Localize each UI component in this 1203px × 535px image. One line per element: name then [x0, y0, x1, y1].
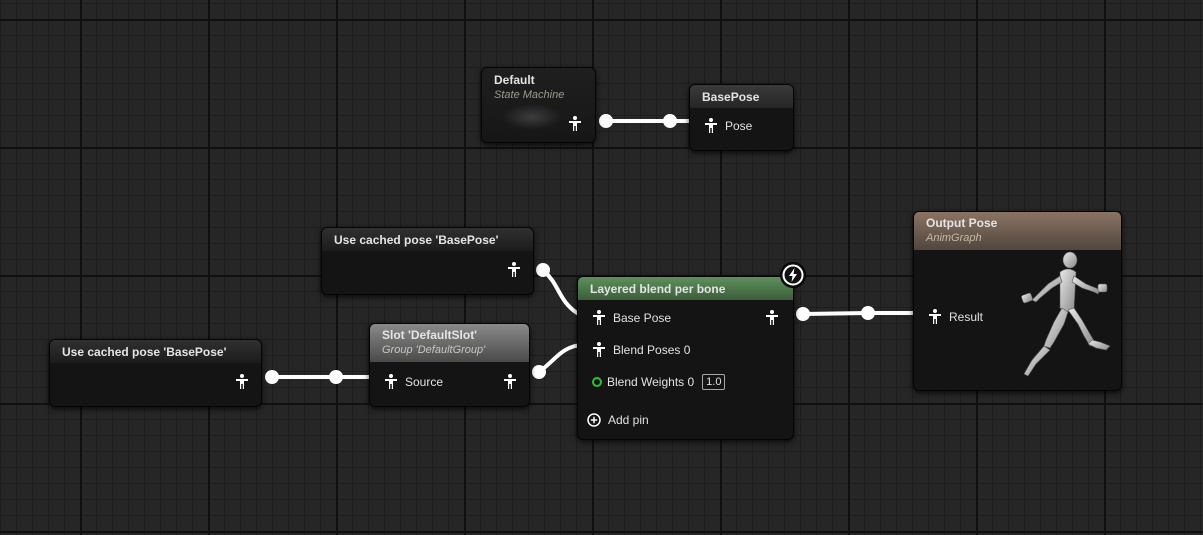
node-title: Output Pose: [926, 216, 998, 230]
node-title: Layered blend per bone: [590, 282, 726, 296]
node-subtitle: Group 'DefaultGroup': [382, 344, 486, 356]
save-cached-pose-node[interactable]: BasePose Pose: [689, 84, 794, 151]
pin-label: Blend Weights 0: [607, 375, 695, 389]
blend-weights-input-pin[interactable]: Blend Weights 0 1.0: [592, 374, 726, 390]
wire-knot[interactable]: [329, 370, 343, 384]
pose-figure-icon: [569, 116, 581, 131]
use-cached-pose-node-top[interactable]: Use cached pose 'BasePose': [321, 227, 534, 295]
state-machine-node[interactable]: Default State Machine: [481, 67, 596, 143]
output-pose-pin[interactable]: [503, 374, 517, 389]
wire-knot[interactable]: [532, 365, 546, 379]
output-pose-pin[interactable]: [507, 262, 521, 277]
pose-figure-icon: [385, 374, 397, 389]
layered-blend-per-bone-node[interactable]: Layered blend per bone Base Pose Blend P…: [577, 276, 794, 440]
source-input-pin[interactable]: Source: [384, 374, 443, 389]
pin-label: Result: [949, 309, 984, 324]
use-cached-pose-node-left[interactable]: Use cached pose 'BasePose': [49, 339, 262, 407]
wire-blend-to-output[interactable]: [802, 311, 925, 316]
pose-figure-icon: [236, 374, 248, 389]
pin-label: Base Pose: [613, 310, 672, 325]
node-subtitle: State Machine: [494, 89, 565, 101]
output-pose-pin[interactable]: [765, 310, 779, 325]
output-pose-pin[interactable]: [235, 374, 249, 389]
node-subtitle: AnimGraph: [926, 232, 982, 244]
pin-label: Source: [405, 374, 444, 389]
add-pin-label: Add pin: [608, 413, 649, 427]
pose-figure-icon: [929, 309, 941, 324]
pose-figure-icon: [504, 374, 516, 389]
node-title: Slot 'DefaultSlot': [382, 328, 478, 342]
pose-figure-icon: [766, 310, 778, 325]
node-title: Use cached pose 'BasePose': [334, 233, 499, 247]
blend-poses-input-pin[interactable]: Blend Poses 0: [592, 342, 690, 357]
wire-knot[interactable]: [265, 370, 279, 384]
pose-figure-icon: [705, 118, 717, 133]
blend-weights-value-input[interactable]: 1.0: [702, 374, 726, 390]
running-mannequin-icon: [1021, 251, 1111, 377]
pose-figure-icon: [593, 310, 605, 325]
slot-node[interactable]: Slot 'DefaultSlot' Group 'DefaultGroup' …: [369, 323, 530, 407]
pose-figure-icon: [593, 342, 605, 357]
wire-knot[interactable]: [796, 307, 810, 321]
pose-figure-icon: [508, 262, 520, 277]
wire-knot[interactable]: [536, 263, 550, 277]
circle-pin-icon: [592, 377, 602, 387]
node-title: Use cached pose 'BasePose': [62, 345, 227, 359]
base-pose-input-pin[interactable]: Base Pose: [592, 310, 671, 325]
pose-input-pin[interactable]: Pose: [704, 118, 752, 133]
result-input-pin[interactable]: Result: [928, 309, 983, 324]
node-title: BasePose: [702, 90, 760, 104]
pin-label: Blend Poses 0: [613, 342, 691, 357]
output-pose-pin[interactable]: [568, 116, 582, 131]
pin-label: Pose: [725, 118, 753, 133]
wire-knot[interactable]: [599, 114, 613, 128]
state-machine-preview: [502, 104, 562, 130]
fast-path-badge: [781, 263, 805, 287]
wire-knot[interactable]: [663, 114, 677, 128]
node-title: Default: [494, 73, 535, 87]
add-pin-button[interactable]: Add pin: [587, 413, 649, 427]
lightning-icon: [782, 264, 804, 286]
plus-circle-icon: [587, 413, 601, 427]
wire-knot[interactable]: [861, 306, 875, 320]
